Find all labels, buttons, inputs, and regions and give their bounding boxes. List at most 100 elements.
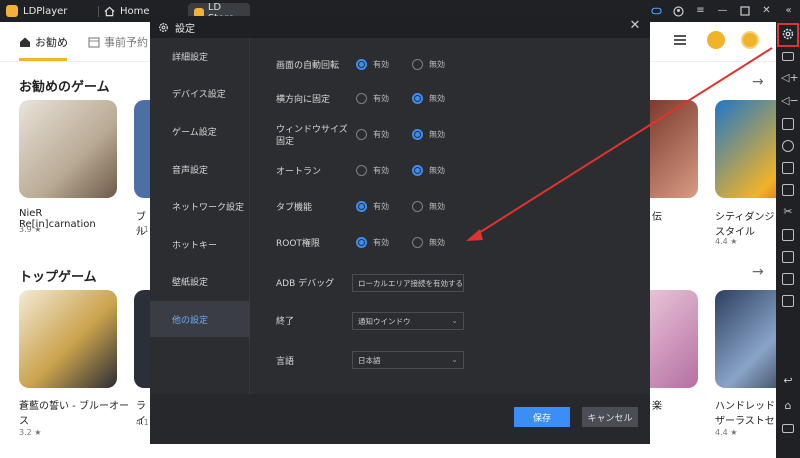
sidebar-item-label: ネットワーク設定 <box>172 202 245 213</box>
radio-selected-icon <box>412 129 423 140</box>
adb-debug-label: ADB デバッグ <box>276 279 335 289</box>
right-toolbar: ◁+ ◁− ✂ ↩ ⌂ <box>776 22 800 458</box>
recent-apps-icon[interactable] <box>782 424 794 433</box>
tab-preregister[interactable]: 事前予約 <box>88 34 148 50</box>
minimize-icon[interactable]: — <box>717 6 728 17</box>
game-card-blue-oath[interactable] <box>19 290 117 388</box>
apk-install-icon[interactable] <box>782 184 794 196</box>
shared-folder-icon[interactable] <box>782 251 794 263</box>
game-name: 蒼藍の誓い - ブルーオース <box>19 401 129 427</box>
top-games-section-title: トップゲーム <box>19 270 97 285</box>
home-icon <box>20 37 30 47</box>
close-window-icon[interactable]: ✕ <box>761 6 772 17</box>
radio-unselected-icon <box>356 129 367 140</box>
settings-gear-icon[interactable] <box>781 27 795 41</box>
tab-feature-off-radio[interactable]: 無効 <box>412 201 445 212</box>
auto-rotate-on-radio[interactable]: 有効 <box>356 59 389 70</box>
account-icon[interactable] <box>673 5 684 17</box>
game-name: ハンドレッド ザーラストセ <box>715 401 775 427</box>
window-controls: ≡ — ✕ « <box>651 0 794 22</box>
game-name: 伝 <box>652 212 662 223</box>
settings-gear-icon <box>159 22 168 32</box>
radio-unselected-icon <box>356 165 367 176</box>
coin-icon[interactable] <box>741 31 759 49</box>
radio-label: 無効 <box>429 238 445 247</box>
sidebar-item-network[interactable]: ネットワーク設定 <box>150 188 250 224</box>
calendar-icon <box>88 37 100 48</box>
game-card-partial[interactable] <box>650 100 698 198</box>
language-label: 言語 <box>276 357 295 367</box>
window-size-lock-label-line2: 固定 <box>276 137 295 147</box>
avatar[interactable] <box>707 31 725 49</box>
menu-icon[interactable]: ≡ <box>695 6 706 17</box>
radio-label: 有効 <box>373 238 389 247</box>
window-size-lock-off-radio[interactable]: 無効 <box>412 129 445 140</box>
save-button[interactable]: 保存 <box>514 407 570 427</box>
language-select[interactable]: 日本語 ⌄ <box>352 351 464 369</box>
sidebar-item-hotkeys[interactable]: ホットキー <box>150 226 250 262</box>
cancel-button[interactable]: キャンセル <box>582 407 638 427</box>
sidebar-item-other[interactable]: 他の設定 <box>150 301 250 337</box>
volume-up-icon[interactable]: ◁+ <box>781 72 799 84</box>
operation-record-icon[interactable] <box>782 229 794 241</box>
radio-selected-icon <box>356 237 367 248</box>
gamepad-icon[interactable] <box>651 6 662 17</box>
recommended-more-arrow-icon[interactable]: → <box>752 74 764 90</box>
game-rating: 3.2 ★ <box>19 428 42 437</box>
screenshot-icon[interactable] <box>782 162 794 174</box>
game-card-dark[interactable] <box>134 290 150 388</box>
language-value: 日本語 <box>358 355 381 365</box>
app-title-tab[interactable]: LDPlayer <box>6 0 67 22</box>
sidebar-item-label: ゲーム設定 <box>172 127 217 138</box>
more-icon[interactable] <box>782 295 794 307</box>
tab-feature-on-radio[interactable]: 有効 <box>356 201 389 212</box>
radio-label: 無効 <box>429 60 445 69</box>
adb-debug-select[interactable]: ローカルエリア接続を有効する <box>352 274 464 292</box>
close-icon[interactable]: ✕ <box>628 19 642 33</box>
radio-label: 有効 <box>373 166 389 175</box>
landscape-lock-on-radio[interactable]: 有効 <box>356 93 389 104</box>
radio-label: 無効 <box>429 166 445 175</box>
tab-recommended-label: お勧め <box>35 36 68 49</box>
sidebar-item-game[interactable]: ゲーム設定 <box>150 113 250 149</box>
record-icon[interactable] <box>782 140 794 152</box>
sidebar-item-audio[interactable]: 音声設定 <box>150 151 250 187</box>
sidebar-item-label: 詳細設定 <box>172 52 209 63</box>
radio-selected-icon <box>356 201 367 212</box>
landscape-lock-off-radio[interactable]: 無効 <box>412 93 445 104</box>
auto-rotate-label: 画面の自動回転 <box>276 61 340 71</box>
top-games-more-arrow-icon[interactable]: → <box>752 264 764 280</box>
sidebar-item-wallpaper[interactable]: 壁紙設定 <box>150 263 250 299</box>
back-icon[interactable]: ↩ <box>781 375 795 387</box>
radio-label: 有効 <box>373 94 389 103</box>
root-off-radio[interactable]: 無効 <box>412 237 445 248</box>
keyboard-icon[interactable] <box>782 52 794 61</box>
sync-icon[interactable] <box>782 273 794 285</box>
window-size-lock-label-line1: ウィンドウサイズ <box>276 125 348 135</box>
fullscreen-icon[interactable] <box>782 118 794 130</box>
radio-unselected-icon <box>412 59 423 70</box>
window-size-lock-on-radio[interactable]: 有効 <box>356 129 389 140</box>
maximize-icon[interactable] <box>739 6 750 17</box>
game-card-partial-2[interactable] <box>650 290 698 388</box>
scissors-icon[interactable]: ✂ <box>781 206 795 218</box>
home-icon <box>104 6 115 16</box>
auto-rotate-off-radio[interactable]: 無効 <box>412 59 445 70</box>
hamburger-menu-icon[interactable] <box>674 35 686 45</box>
game-card-blue[interactable] <box>134 100 150 198</box>
settings-dialog: 設定 ✕ 詳細設定 デバイス設定 ゲーム設定 音声設定 ネットワーク設定 ホット… <box>150 16 650 444</box>
exit-label: 終了 <box>276 317 295 327</box>
tab-recommended[interactable]: お勧め <box>19 34 68 50</box>
volume-down-icon[interactable]: ◁− <box>781 95 799 107</box>
android-home-icon[interactable]: ⌂ <box>781 400 795 412</box>
collapse-sidebar-icon[interactable]: « <box>783 6 794 17</box>
exit-select[interactable]: 通知ウインドウ ⌄ <box>352 312 464 330</box>
autorun-off-radio[interactable]: 無効 <box>412 165 445 176</box>
sidebar-item-device[interactable]: デバイス設定 <box>150 75 250 111</box>
home-tab[interactable]: Home <box>104 0 150 22</box>
root-on-radio[interactable]: 有効 <box>356 237 389 248</box>
autorun-on-radio[interactable]: 有効 <box>356 165 389 176</box>
game-card-nier[interactable] <box>19 100 117 198</box>
app-title: LDPlayer <box>23 5 68 17</box>
sidebar-item-advanced[interactable]: 詳細設定 <box>150 38 250 74</box>
